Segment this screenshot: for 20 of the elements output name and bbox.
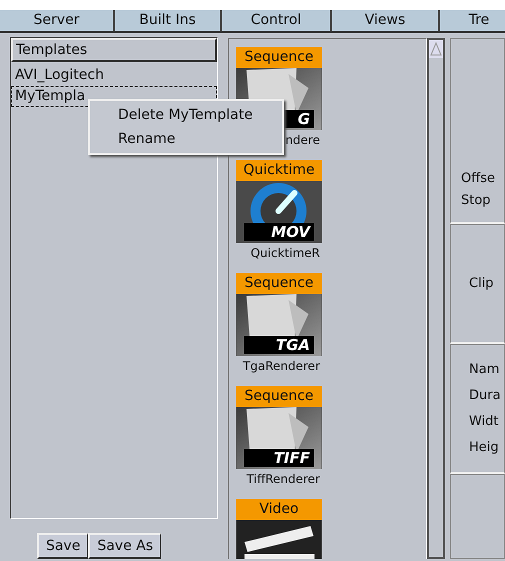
category-label: Video — [236, 499, 322, 520]
property-label: Offse — [461, 170, 496, 188]
renderer-name: ndere — [284, 132, 321, 149]
category-label: Quicktime — [236, 160, 322, 181]
property-label: Heig — [468, 438, 500, 456]
category-label: Sequence — [236, 386, 322, 407]
format-badge: TIFF — [244, 449, 314, 467]
property-label: Dura — [468, 386, 502, 404]
property-label: Nam — [468, 360, 500, 378]
renderer-name: QuicktimeR — [250, 245, 321, 262]
property-label: Clip — [468, 274, 495, 292]
renderer-name: TiffRenderer — [246, 471, 321, 488]
property-label: Stop — [461, 192, 492, 210]
property-label: Widt — [468, 412, 500, 430]
category-label: Sequence — [236, 273, 322, 294]
renderer-name: TgaRenderer — [242, 358, 321, 375]
list-header: Templates — [11, 38, 217, 62]
category-label: Sequence — [236, 47, 322, 68]
format-badge: MOV — [244, 223, 314, 241]
format-badge: TGA — [244, 336, 314, 354]
